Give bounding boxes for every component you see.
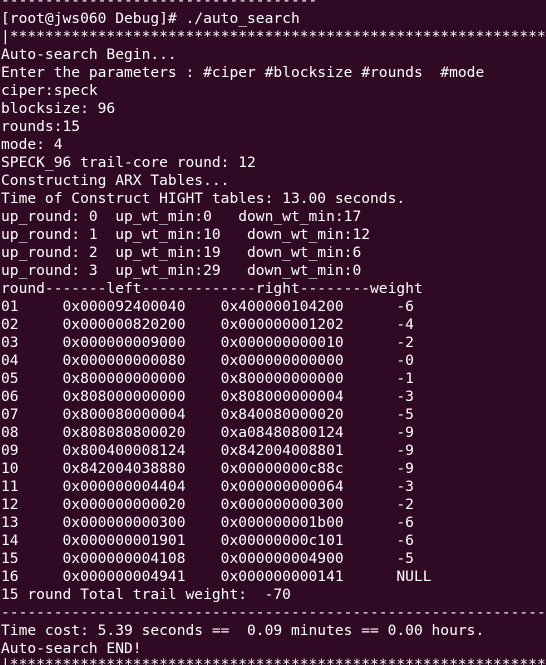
terminal-line: 07 0x800080000004 0x840080000020 -5 — [1, 406, 414, 423]
terminal-line: |***************************************… — [1, 656, 546, 665]
terminal-line: 14 0x000000001901 0x00000000c101 -6 — [1, 532, 414, 549]
terminal-line: [root@jws060 Debug]# ./auto_search — [1, 10, 300, 27]
terminal-line: 01 0x000092400040 0x400000104200 -6 — [1, 298, 414, 315]
terminal-line: 10 0x842004038880 0x00000000c88c -9 — [1, 460, 414, 477]
terminal-line: 09 0x800400008124 0x842004008801 -9 — [1, 442, 414, 459]
terminal-line: 12 0x000000000020 0x000000000300 -2 — [1, 496, 414, 513]
terminal-line: mode: 4 — [1, 136, 63, 153]
terminal-line: up_round: 1 up_wt_min:10 down_wt_min:12 — [1, 226, 371, 243]
terminal-line: blocksize: 96 — [1, 100, 116, 117]
terminal-line: Constructing ARX Tables... — [1, 172, 230, 189]
terminal-line: 03 0x000000009000 0x000000000010 -2 — [1, 334, 414, 351]
terminal-line: 05 0x800000000000 0x800000000000 -1 — [1, 370, 414, 387]
terminal-line: up_round: 2 up_wt_min:19 down_wt_min:6 — [1, 244, 362, 261]
terminal-line: up_round: 3 up_wt_min:29 down_wt_min:0 — [1, 262, 362, 279]
terminal-line: SPECK_96 trail-core round: 12 — [1, 154, 256, 171]
terminal-window[interactable]: ------------------------------------ [ro… — [0, 0, 546, 665]
terminal-line: Time of Construct HIGHT tables: 13.00 se… — [1, 190, 406, 207]
terminal-line: ----------------------------------------… — [1, 604, 546, 621]
terminal-line: 13 0x000000000300 0x000000001b00 -6 — [1, 514, 414, 531]
terminal-line: Time cost: 5.39 seconds == 0.09 minutes … — [1, 622, 485, 639]
terminal-line: rounds:15 — [1, 118, 81, 135]
terminal-line: 15 round Total trail weight: -70 — [1, 586, 291, 603]
terminal-line: ciper:speck — [1, 82, 98, 99]
terminal-line: 04 0x000000000080 0x000000000000 -0 — [1, 352, 414, 369]
terminal-line: 06 0x808000000000 0x808000000004 -3 — [1, 388, 414, 405]
terminal-line: |***************************************… — [1, 28, 546, 45]
terminal-line: 08 0x808080800020 0xa08480800124 -9 — [1, 424, 414, 441]
terminal-line: up_round: 0 up_wt_min:0 down_wt_min:17 — [1, 208, 362, 225]
terminal-line: 02 0x000000820200 0x000000001202 -4 — [1, 316, 414, 333]
terminal-line: Auto-search Begin... — [1, 46, 177, 63]
terminal-line: 11 0x000000004404 0x000000000064 -3 — [1, 478, 414, 495]
terminal-line: 16 0x000000004941 0x000000000141 NULL — [1, 568, 432, 585]
terminal-line: Enter the parameters : #ciper #blocksize… — [1, 64, 485, 81]
terminal-line: 15 0x000000004108 0x000000004900 -5 — [1, 550, 414, 567]
terminal-line: ------------------------------------ — [1, 0, 318, 9]
terminal-line: round-------left-------------right------… — [1, 280, 423, 297]
